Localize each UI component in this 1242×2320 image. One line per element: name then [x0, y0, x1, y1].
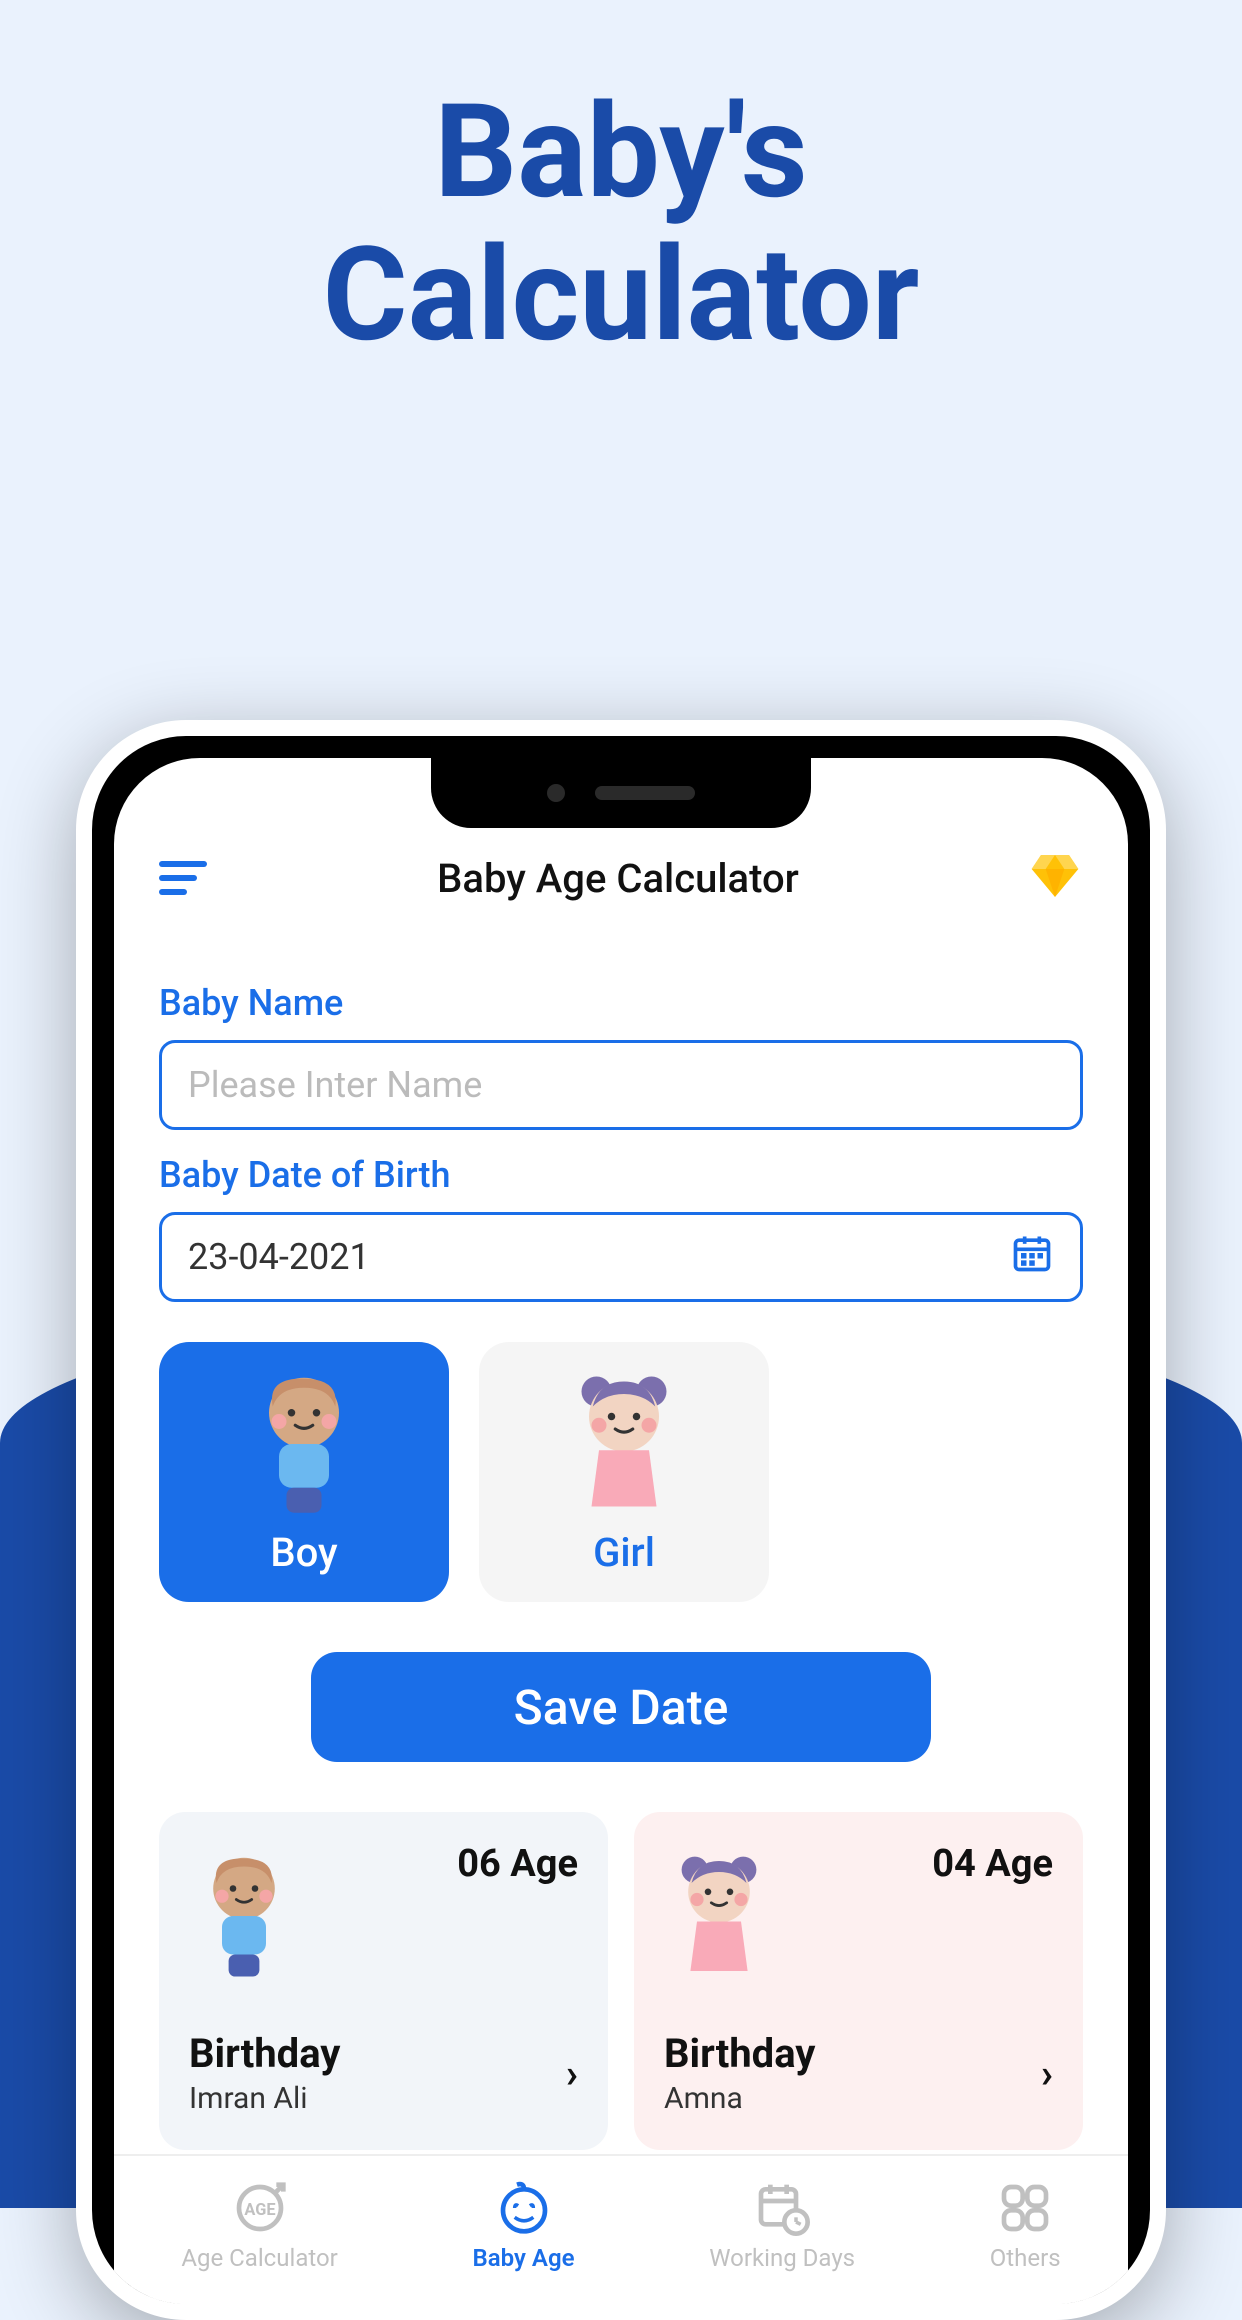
baby-name-label: Baby Name	[159, 982, 1083, 1024]
child-card[interactable]: 04 Age Birthday Amna ›	[634, 1812, 1083, 2150]
phone-frame: Baby Age Calculator Baby Name Baby Date …	[76, 720, 1166, 2320]
child-card[interactable]: 06 Age Birthday Imran Ali ›	[159, 1812, 608, 2150]
svg-text:AGE: AGE	[244, 2200, 275, 2219]
boy-label: Boy	[270, 1529, 337, 1576]
gender-boy-card[interactable]: Boy	[159, 1342, 449, 1602]
baby-dob-input[interactable]: 23-04-2021	[159, 1212, 1083, 1302]
child-birthday-label: Birthday	[189, 2030, 340, 2077]
boy-icon	[189, 1846, 299, 1986]
baby-dob-label: Baby Date of Birth	[159, 1154, 1083, 1196]
nav-age-calculator[interactable]: AGE Age Calculator	[181, 2180, 337, 2272]
phone-notch	[431, 758, 811, 828]
nav-label: Baby Age	[473, 2244, 575, 2272]
app-title: Baby Age Calculator	[437, 855, 799, 902]
baby-dob-value: 23-04-2021	[188, 1236, 370, 1278]
girl-icon	[664, 1846, 774, 1986]
save-date-button[interactable]: Save Date	[311, 1652, 931, 1762]
chevron-right-icon: ›	[566, 2050, 578, 2097]
gender-selector: Boy Girl	[159, 1342, 1083, 1602]
child-age-text: 04 Age	[932, 1842, 1053, 1886]
calendar-icon	[1010, 1231, 1054, 1284]
nav-label: Working Days	[709, 2244, 855, 2272]
child-name: Amna	[664, 2081, 815, 2116]
marketing-title-line2: Calculator	[0, 223, 1242, 366]
saved-children-list: 06 Age Birthday Imran Ali ›	[114, 1762, 1128, 2150]
chevron-right-icon: ›	[1041, 2050, 1053, 2097]
age-calculator-icon: AGE	[232, 2180, 288, 2236]
girl-icon	[559, 1369, 689, 1519]
baby-age-icon	[496, 2180, 552, 2236]
form-area: Baby Name Baby Date of Birth 23-04-2021	[114, 928, 1128, 1762]
working-days-icon	[754, 2180, 810, 2236]
girl-label: Girl	[593, 1529, 655, 1576]
marketing-heading: Baby's Calculator	[0, 0, 1242, 366]
bottom-nav: AGE Age Calculator Baby Age Working Days…	[114, 2154, 1128, 2304]
menu-icon[interactable]	[159, 853, 209, 903]
nav-working-days[interactable]: Working Days	[709, 2180, 855, 2272]
child-age-text: 06 Age	[457, 1842, 578, 1886]
nav-label: Age Calculator	[181, 2244, 337, 2272]
marketing-title-line1: Baby's	[0, 80, 1242, 223]
boy-icon	[239, 1369, 369, 1519]
phone-screen: Baby Age Calculator Baby Name Baby Date …	[114, 758, 1128, 2304]
nav-others[interactable]: Others	[990, 2180, 1061, 2272]
baby-name-input[interactable]	[159, 1040, 1083, 1130]
child-birthday-label: Birthday	[664, 2030, 815, 2077]
child-name: Imran Ali	[189, 2081, 340, 2116]
gender-girl-card[interactable]: Girl	[479, 1342, 769, 1602]
others-icon	[997, 2180, 1053, 2236]
nav-label: Others	[990, 2244, 1061, 2272]
premium-diamond-icon[interactable]	[1027, 848, 1083, 908]
nav-baby-age[interactable]: Baby Age	[473, 2180, 575, 2272]
